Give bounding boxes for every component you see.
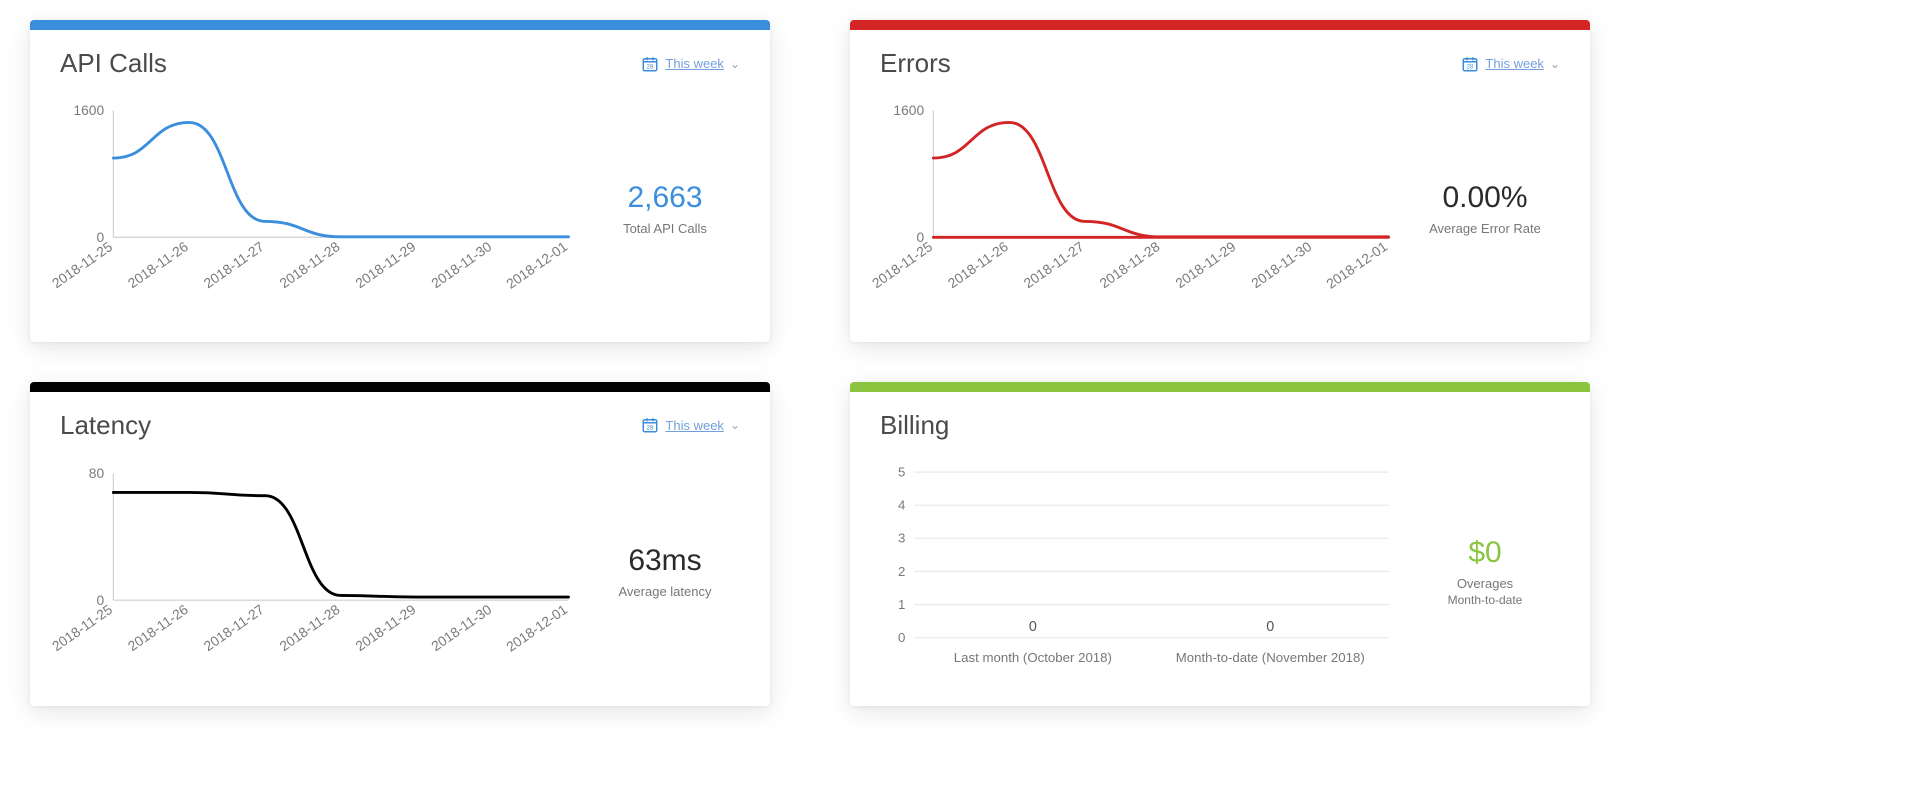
period-selector[interactable]: 28 This week ⌄: [641, 416, 740, 434]
svg-text:2018-11-27: 2018-11-27: [1021, 238, 1087, 291]
card-latency: Latency 28 This week ⌄ 0802018-11-252018…: [30, 382, 770, 706]
calendar-icon: 28: [1461, 55, 1479, 73]
period-selector[interactable]: 28 This week ⌄: [641, 55, 740, 73]
metric-value: $0: [1468, 536, 1501, 570]
chart-errors: 016002018-11-252018-11-262018-11-272018-…: [870, 99, 1400, 318]
card-errors: Errors 28 This week ⌄ 016002018-11-25201…: [850, 20, 1590, 342]
svg-text:2018-12-01: 2018-12-01: [1323, 238, 1390, 292]
calendar-icon: 28: [641, 55, 659, 73]
period-selector[interactable]: 28 This week ⌄: [1461, 55, 1560, 73]
svg-text:2018-11-29: 2018-11-29: [1172, 238, 1238, 291]
svg-text:2018-11-29: 2018-11-29: [352, 601, 418, 654]
accent-bar: [850, 20, 1590, 30]
chevron-down-icon: ⌄: [730, 57, 740, 71]
svg-text:0: 0: [1266, 619, 1274, 635]
svg-text:2018-11-25: 2018-11-25: [870, 238, 935, 291]
svg-text:2018-11-29: 2018-11-29: [352, 238, 418, 291]
metric-label: Total API Calls: [623, 221, 707, 236]
svg-text:0: 0: [1029, 619, 1037, 635]
svg-text:2018-11-30: 2018-11-30: [428, 238, 494, 291]
card-title: Billing: [880, 410, 949, 441]
svg-text:28: 28: [1467, 64, 1474, 70]
svg-text:5: 5: [898, 464, 905, 479]
period-label: This week: [1485, 56, 1544, 71]
metric-sublabel: Month-to-date: [1448, 593, 1523, 607]
svg-text:Month-to-date (November 2018): Month-to-date (November 2018): [1176, 650, 1365, 665]
svg-text:2018-11-26: 2018-11-26: [125, 238, 191, 291]
card-title: Errors: [880, 48, 951, 79]
svg-text:2018-11-30: 2018-11-30: [428, 601, 494, 654]
svg-text:2018-12-01: 2018-12-01: [503, 601, 570, 655]
svg-text:2018-12-01: 2018-12-01: [503, 238, 570, 292]
svg-text:2018-11-25: 2018-11-25: [50, 601, 115, 654]
svg-text:2018-11-26: 2018-11-26: [125, 601, 191, 654]
svg-text:1: 1: [898, 597, 905, 612]
period-label: This week: [665, 56, 724, 71]
svg-text:2018-11-27: 2018-11-27: [201, 601, 267, 654]
svg-text:2018-11-28: 2018-11-28: [1096, 238, 1162, 291]
card-title: Latency: [60, 410, 151, 441]
chart-latency: 0802018-11-252018-11-262018-11-272018-11…: [50, 461, 580, 682]
calendar-icon: 28: [641, 416, 659, 434]
card-title: API Calls: [60, 48, 167, 79]
svg-text:3: 3: [898, 531, 905, 546]
svg-text:2018-11-28: 2018-11-28: [276, 601, 342, 654]
accent-bar: [30, 382, 770, 392]
metric-errors: 0.00% Average Error Rate: [1400, 99, 1570, 318]
svg-text:4: 4: [898, 497, 905, 512]
chevron-down-icon: ⌄: [730, 418, 740, 432]
metric-value: 63ms: [628, 544, 701, 578]
svg-text:28: 28: [647, 426, 654, 432]
svg-text:2018-11-25: 2018-11-25: [50, 238, 115, 291]
svg-text:2018-11-30: 2018-11-30: [1248, 238, 1314, 291]
metric-value: 0.00%: [1442, 181, 1527, 215]
svg-text:0: 0: [898, 630, 905, 645]
metric-label: Overages: [1457, 576, 1513, 591]
chart-billing: 0 1 2 3 4 5 0 Last month (October 2018) 0 Month-t…: [870, 461, 1400, 682]
chart-api-calls: 016002018-11-252018-11-262018-11-272018-…: [50, 99, 580, 318]
chevron-down-icon: ⌄: [1550, 57, 1560, 71]
metric-api-calls: 2,663 Total API Calls: [580, 99, 750, 318]
svg-text:80: 80: [89, 465, 105, 481]
metric-label: Average Error Rate: [1429, 221, 1541, 236]
metric-latency: 63ms Average latency: [580, 461, 750, 682]
dashboard-grid: API Calls 28 This week ⌄ 0 1600 2018-11-25…: [30, 20, 1590, 706]
svg-text:Last month (October 2018): Last month (October 2018): [954, 650, 1112, 665]
svg-text:2018-11-26: 2018-11-26: [945, 238, 1011, 291]
svg-text:2018-11-27: 2018-11-27: [201, 238, 267, 291]
card-api-calls: API Calls 28 This week ⌄ 016002018-11-25…: [30, 20, 770, 342]
accent-bar: [30, 20, 770, 30]
card-billing: Billing 0 1 2 3 4 5 0 Last month (October 2018)…: [850, 382, 1590, 706]
accent-bar: [850, 382, 1590, 392]
svg-text:1600: 1600: [893, 102, 924, 118]
metric-value: 2,663: [627, 181, 702, 215]
svg-text:2018-11-28: 2018-11-28: [276, 238, 342, 291]
metric-billing: $0 Overages Month-to-date: [1400, 461, 1570, 682]
svg-text:28: 28: [647, 64, 654, 70]
period-label: This week: [665, 418, 724, 433]
metric-label: Average latency: [619, 584, 712, 599]
svg-text:1600: 1600: [73, 102, 104, 118]
svg-text:2: 2: [898, 564, 905, 579]
